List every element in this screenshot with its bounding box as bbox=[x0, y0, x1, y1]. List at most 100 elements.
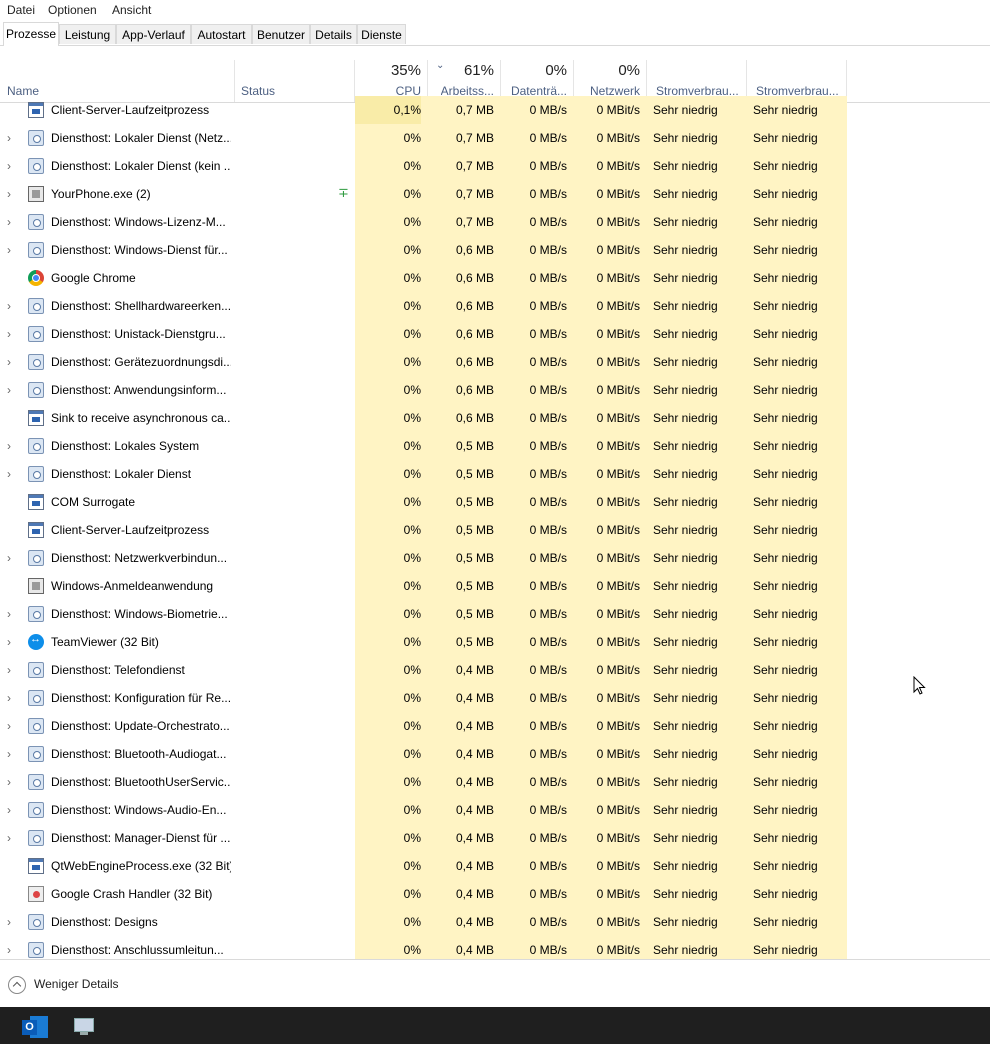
table-row[interactable]: › TeamViewer (32 Bit) 0% 0,5 MB 0 MB/s 0 MBit… bbox=[0, 628, 990, 656]
process-name: Diensthost: Windows-Audio-En... bbox=[51, 803, 227, 817]
chevron-right-icon[interactable]: › bbox=[7, 152, 17, 180]
disk-value: 0 MB/s bbox=[529, 579, 567, 593]
outlook-icon[interactable]: O bbox=[22, 1016, 48, 1038]
chevron-right-icon[interactable]: › bbox=[7, 656, 17, 684]
network-value: 0 MBit/s bbox=[596, 635, 640, 649]
menu-datei[interactable]: Datei bbox=[7, 3, 35, 17]
table-row[interactable]: Google Crash Handler (32 Bit) 0% 0,4 MB 0 M… bbox=[0, 880, 990, 908]
chevron-right-icon[interactable]: › bbox=[7, 124, 17, 152]
table-row[interactable]: › Diensthost: Anwendungsinform... 0% 0,6 MB… bbox=[0, 376, 990, 404]
process-name: Diensthost: Lokaler Dienst bbox=[51, 467, 192, 481]
cpu-value: 0% bbox=[403, 859, 421, 873]
power-value: Sehr niedrig bbox=[653, 383, 718, 397]
table-row[interactable]: › Diensthost: Lokaler Dienst 0% 0,5 MB 0 MB/… bbox=[0, 460, 990, 488]
power-value: Sehr niedrig bbox=[653, 439, 718, 453]
table-row[interactable]: › Diensthost: Windows-Lizenz-M... 0% 0,7 MB… bbox=[0, 208, 990, 236]
chevron-right-icon[interactable]: › bbox=[7, 796, 17, 824]
tab-prozesse[interactable]: Prozesse bbox=[3, 22, 59, 46]
chevron-right-icon[interactable]: › bbox=[7, 292, 17, 320]
table-row[interactable]: › Diensthost: Windows-Dienst für... 0% 0,6 … bbox=[0, 236, 990, 264]
table-row[interactable]: Sink to receive asynchronous ca... 0% 0,6 … bbox=[0, 404, 990, 432]
table-row[interactable]: › Diensthost: Netzwerkverbindun... 0% 0,5 M… bbox=[0, 544, 990, 572]
table-row[interactable]: › Diensthost: Telefondienst 0% 0,4 MB 0 MB/s… bbox=[0, 656, 990, 684]
power-trend-value: Sehr niedrig bbox=[753, 663, 818, 677]
disk-value: 0 MB/s bbox=[529, 803, 567, 817]
process-name: QtWebEngineProcess.exe (32 Bit) bbox=[51, 859, 231, 873]
chevron-right-icon[interactable]: › bbox=[7, 432, 17, 460]
chevron-right-icon[interactable]: › bbox=[7, 684, 17, 712]
table-row[interactable]: QtWebEngineProcess.exe (32 Bit) 0% 0,4 MB 0… bbox=[0, 852, 990, 880]
table-row[interactable]: › Diensthost: Anschlussumleitun... 0% 0,4 M… bbox=[0, 936, 990, 959]
chevron-right-icon[interactable]: › bbox=[7, 600, 17, 628]
chevron-up-icon[interactable] bbox=[8, 976, 26, 994]
table-row[interactable]: › Diensthost: Unistack-Dienstgru... 0% 0,6 … bbox=[0, 320, 990, 348]
chevron-right-icon[interactable]: › bbox=[7, 460, 17, 488]
network-total: 0% bbox=[618, 62, 640, 79]
menu-optionen[interactable]: Optionen bbox=[48, 3, 97, 17]
gear-icon bbox=[28, 774, 44, 790]
disk-value: 0 MB/s bbox=[529, 663, 567, 677]
fewer-details-link[interactable]: Weniger Details bbox=[34, 977, 118, 991]
chevron-right-icon[interactable]: › bbox=[7, 824, 17, 852]
table-row[interactable]: › Diensthost: Gerätezuordnungsdi... 0% 0,6 … bbox=[0, 348, 990, 376]
network-value: 0 MBit/s bbox=[596, 831, 640, 845]
table-row[interactable]: › Diensthost: Lokaler Dienst (Netz... 0% 0,… bbox=[0, 124, 990, 152]
chevron-right-icon[interactable]: › bbox=[7, 236, 17, 264]
table-row[interactable]: Google Chrome 0% 0,6 MB 0 MB/s 0 MBit/s Sehr … bbox=[0, 264, 990, 292]
table-row[interactable]: › Diensthost: Konfiguration für Re... 0% 0,… bbox=[0, 684, 990, 712]
cpu-value: 0% bbox=[403, 439, 421, 453]
memory-value: 0,5 MB bbox=[455, 607, 494, 621]
chevron-right-icon[interactable]: › bbox=[7, 544, 17, 572]
table-row[interactable]: › YourPhone.exe (2) ∓ 0% 0,7 MB 0 MB/s 0 MBit/… bbox=[0, 180, 990, 208]
table-row[interactable]: Client-Server-Laufzeitprozess 0% 0,5 MB 0 M… bbox=[0, 516, 990, 544]
process-name: Diensthost: Windows-Lizenz-M... bbox=[51, 215, 226, 229]
table-row[interactable]: › Diensthost: Lokales System 0% 0,5 MB 0 MB/… bbox=[0, 432, 990, 460]
network-value: 0 MBit/s bbox=[596, 803, 640, 817]
chevron-right-icon[interactable]: › bbox=[7, 628, 17, 656]
process-list[interactable]: Client-Server-Laufzeitprozess 0,1% 0,7 MB 0… bbox=[0, 96, 990, 959]
tab-autostart[interactable]: Autostart bbox=[191, 24, 252, 44]
table-row[interactable]: › Diensthost: Windows-Audio-En... 0% 0,4 MB… bbox=[0, 796, 990, 824]
cpu-value: 0% bbox=[403, 243, 421, 257]
table-row[interactable]: Windows-Anmeldeanwendung 0% 0,5 MB 0 MB/s 0 … bbox=[0, 572, 990, 600]
chevron-right-icon[interactable]: › bbox=[7, 208, 17, 236]
table-row[interactable]: › Diensthost: BluetoothUserServic... 0% 0,4… bbox=[0, 768, 990, 796]
chevron-right-icon[interactable]: › bbox=[7, 936, 17, 959]
menu-ansicht[interactable]: Ansicht bbox=[112, 3, 151, 17]
tab-dienste[interactable]: Dienste bbox=[357, 24, 406, 44]
network-value: 0 MBit/s bbox=[596, 103, 640, 117]
tab-details[interactable]: Details bbox=[310, 24, 357, 44]
cpu-value: 0% bbox=[403, 131, 421, 145]
table-row[interactable]: › Diensthost: Designs 0% 0,4 MB 0 MB/s 0 MBit… bbox=[0, 908, 990, 936]
table-row[interactable]: › Diensthost: Lokaler Dienst (kein ... 0% 0… bbox=[0, 152, 990, 180]
tab-leistung[interactable]: Leistung bbox=[59, 24, 116, 44]
chevron-right-icon[interactable]: › bbox=[7, 740, 17, 768]
chevron-right-icon[interactable]: › bbox=[7, 768, 17, 796]
gear-icon bbox=[28, 690, 44, 706]
process-name: Diensthost: Bluetooth-Audiogat... bbox=[51, 747, 227, 761]
power-value: Sehr niedrig bbox=[653, 831, 718, 845]
table-row[interactable]: › Diensthost: Bluetooth-Audiogat... 0% 0,4 … bbox=[0, 740, 990, 768]
table-row[interactable]: Client-Server-Laufzeitprozess 0,1% 0,7 MB 0… bbox=[0, 96, 990, 124]
table-row[interactable]: › Diensthost: Shellhardwareerken... 0% 0,6 … bbox=[0, 292, 990, 320]
phone-app-icon bbox=[28, 186, 44, 202]
chevron-right-icon[interactable]: › bbox=[7, 320, 17, 348]
chevron-right-icon[interactable]: › bbox=[7, 908, 17, 936]
table-row[interactable]: › Diensthost: Windows-Biometrie... 0% 0,5 M… bbox=[0, 600, 990, 628]
chevron-right-icon[interactable]: › bbox=[7, 712, 17, 740]
tab-app-verlauf[interactable]: App-Verlauf bbox=[116, 24, 191, 44]
table-row[interactable]: › Diensthost: Manager-Dienst für ... 0% 0,4… bbox=[0, 824, 990, 852]
power-trend-value: Sehr niedrig bbox=[753, 691, 818, 705]
chevron-right-icon[interactable]: › bbox=[7, 180, 17, 208]
memory-value: 0,6 MB bbox=[455, 271, 494, 285]
monitor-app-icon[interactable] bbox=[72, 1018, 96, 1036]
chevron-right-icon[interactable]: › bbox=[7, 376, 17, 404]
network-value: 0 MBit/s bbox=[596, 271, 640, 285]
cpu-value: 0% bbox=[403, 579, 421, 593]
table-row[interactable]: › Diensthost: Update-Orchestrato... 0% 0,4 … bbox=[0, 712, 990, 740]
tab-benutzer[interactable]: Benutzer bbox=[252, 24, 310, 44]
memory-value: 0,4 MB bbox=[455, 887, 494, 901]
power-trend-value: Sehr niedrig bbox=[753, 411, 818, 425]
table-row[interactable]: COM Surrogate 0% 0,5 MB 0 MB/s 0 MBit/s Sehr … bbox=[0, 488, 990, 516]
chevron-right-icon[interactable]: › bbox=[7, 348, 17, 376]
